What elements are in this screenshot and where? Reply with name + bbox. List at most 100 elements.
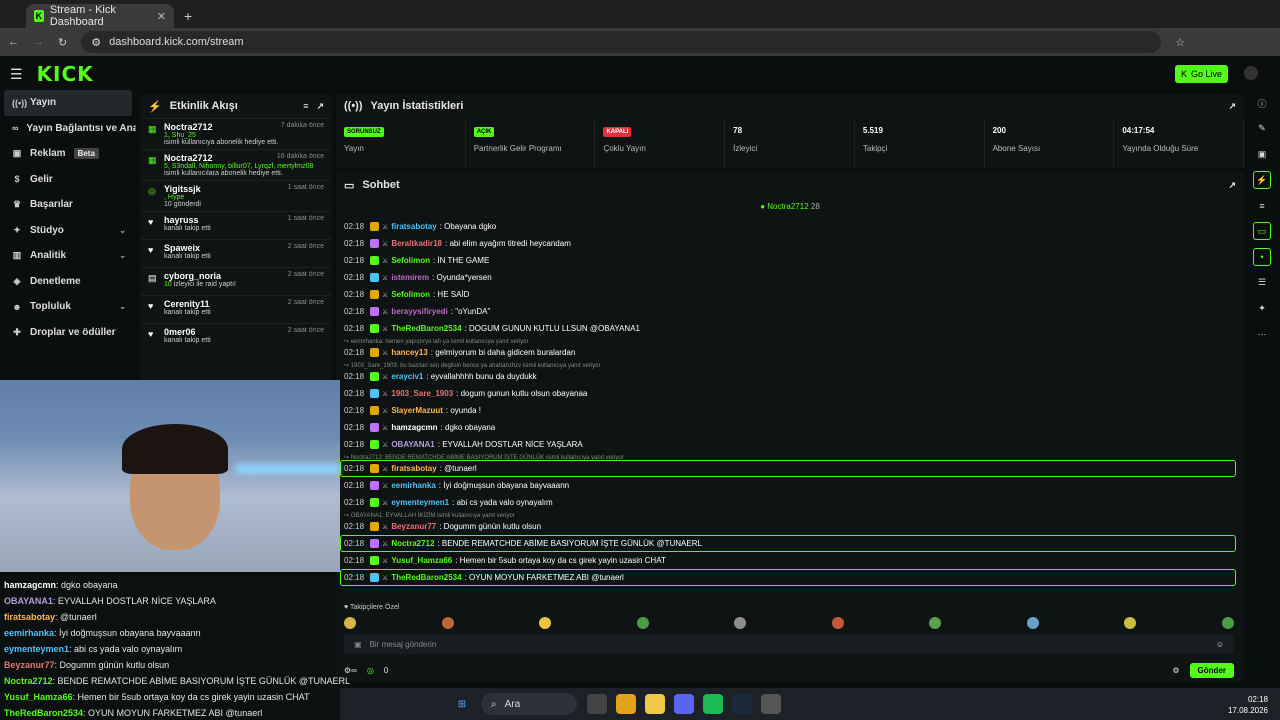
emote-icon[interactable] bbox=[441, 617, 454, 629]
url-field[interactable]: ⚙ dashboard.kick.com/stream bbox=[81, 31, 1162, 53]
chevron-down-icon[interactable]: ⌄ bbox=[119, 251, 126, 260]
avatar[interactable] bbox=[1244, 66, 1258, 80]
emote-icon[interactable] bbox=[831, 617, 844, 629]
message-username[interactable]: OBAYANA1 bbox=[391, 440, 434, 449]
taskbar-search[interactable]: ⌕ Ara bbox=[481, 693, 577, 715]
emote-icon[interactable] bbox=[1221, 617, 1234, 629]
nav-item-2[interactable]: ▣ Reklam Beta bbox=[0, 141, 136, 167]
taskview-icon[interactable] bbox=[587, 694, 607, 714]
popout-icon[interactable]: ↗ bbox=[1228, 180, 1236, 191]
explorer-icon[interactable] bbox=[645, 694, 665, 714]
site-info-icon[interactable]: ⚙ bbox=[91, 36, 101, 49]
message-username[interactable]: firatsabotay bbox=[391, 222, 436, 231]
reload-icon[interactable]: ↻ bbox=[58, 36, 67, 49]
message-username[interactable]: Yusuf_Hamza66 bbox=[391, 556, 452, 565]
stats-toggle-icon[interactable]: • bbox=[1253, 248, 1271, 267]
start-icon[interactable]: ⊞ bbox=[452, 694, 472, 714]
app-icon[interactable] bbox=[761, 694, 781, 714]
browser-tab[interactable]: K Stream - Kick Dashboard ✕ bbox=[26, 4, 174, 28]
nav-item-7[interactable]: ◈ Denetleme bbox=[0, 269, 136, 295]
emote-icon[interactable] bbox=[1026, 617, 1039, 629]
message-username[interactable]: eymenteymen1 bbox=[391, 498, 449, 507]
message-username[interactable]: 1903_Sare_1903 bbox=[391, 389, 453, 398]
chat-message: 02:18 ⚔ Yusuf_Hamza66: Hemen bir 5sub orta… bbox=[344, 556, 666, 565]
close-tab-icon[interactable]: ✕ bbox=[157, 10, 166, 23]
stat-item: 200 Abone Sayısı bbox=[985, 120, 1115, 168]
preview-icon[interactable]: ▣ bbox=[1253, 145, 1271, 163]
wrench-icon[interactable]: ✦ bbox=[1253, 300, 1271, 318]
activity-detail: , Hype 10 gönderdi bbox=[164, 194, 324, 208]
nav-item-1[interactable]: ∞ Yayın Bağlantısı ve Anahtarı bbox=[0, 116, 136, 142]
message-username[interactable]: Sefolimon bbox=[391, 290, 430, 299]
emoji-picker-icon[interactable]: ☺ bbox=[1216, 640, 1224, 649]
share-icon[interactable]: ⋯ bbox=[1253, 325, 1271, 343]
steam-icon[interactable] bbox=[732, 694, 752, 714]
bookmark-star-icon[interactable]: ☆ bbox=[1175, 36, 1185, 49]
gift-icon: ✚ bbox=[13, 326, 21, 337]
popout-icon[interactable]: ↗ bbox=[316, 101, 324, 112]
message-username[interactable]: Beraltkadir18 bbox=[391, 239, 442, 248]
message-text: : eyvallahhhh bunu da duydukk bbox=[426, 372, 537, 381]
forward-icon[interactable]: → bbox=[33, 36, 44, 48]
chat-toggle-icon[interactable]: ▭ bbox=[1253, 222, 1271, 241]
beta-badge: Beta bbox=[73, 148, 99, 160]
chevron-down-icon[interactable]: ⌄ bbox=[119, 302, 126, 311]
go-live-button[interactable]: K Go Live bbox=[1174, 65, 1228, 83]
message-username[interactable]: istemirem bbox=[391, 273, 429, 282]
taskbar-clock[interactable]: 02:18 17.08.2026 bbox=[1228, 694, 1268, 716]
nav-item-3[interactable]: $ Gelir bbox=[0, 167, 136, 193]
emote-icon[interactable] bbox=[734, 617, 747, 629]
overlay-message: eymenteymen1: abi cs yada valo oynayalım bbox=[4, 644, 182, 654]
message-username[interactable]: TheRedBaron2534 bbox=[391, 324, 461, 333]
badge-icon bbox=[370, 222, 380, 231]
emote-icon[interactable] bbox=[929, 617, 942, 629]
chat-message: 02:18 ⚔ Beyzanur77: Dogumm günün kutlu ols… bbox=[344, 522, 541, 531]
chat-tools-icon[interactable]: ⚙∞ bbox=[344, 666, 357, 675]
edit-icon[interactable]: ✎ bbox=[1253, 120, 1271, 138]
message-username[interactable]: berayysifiryedi bbox=[391, 307, 447, 316]
nav-item-6[interactable]: ▥ Analitik ⌄ bbox=[0, 243, 136, 269]
nav-item-0[interactable]: ((•)) Yayın bbox=[4, 90, 132, 116]
chevron-down-icon[interactable]: ⌄ bbox=[119, 226, 126, 235]
nav-item-4[interactable]: ♛ Başarılar bbox=[0, 192, 136, 218]
spotify-icon[interactable] bbox=[703, 694, 723, 714]
discord-icon[interactable] bbox=[674, 694, 694, 714]
popout-icon[interactable]: ↗ bbox=[1228, 101, 1236, 112]
message-username[interactable]: erayciv1 bbox=[391, 372, 423, 381]
kick-logo[interactable]: KICK bbox=[37, 62, 94, 86]
nav-item-5[interactable]: ✦ Stüdyo ⌄ bbox=[0, 218, 136, 244]
queue-icon[interactable]: ☰ bbox=[1253, 274, 1271, 292]
nav-item-9[interactable]: ✚ Droplar ve ödüller bbox=[0, 320, 136, 346]
message-username[interactable]: firatsabotay bbox=[391, 464, 436, 473]
message-username[interactable]: eemirhanka bbox=[391, 481, 435, 490]
message-username[interactable]: hancey13 bbox=[391, 348, 427, 357]
activity-toggle-icon[interactable]: ⚡ bbox=[1253, 171, 1271, 190]
message-username[interactable]: Sefolimon bbox=[391, 256, 430, 265]
message-username[interactable]: hamzagcmn bbox=[391, 423, 437, 432]
chat-message: 02:18 ⚔ Noctra2712: BENDE REMATCHDE ABİME … bbox=[344, 539, 702, 548]
badge-icon bbox=[370, 539, 380, 548]
back-icon[interactable]: ← bbox=[8, 36, 19, 48]
info-icon[interactable]: ⓘ bbox=[1253, 94, 1271, 112]
emote-icon[interactable] bbox=[539, 617, 552, 629]
send-button[interactable]: Gönder bbox=[1189, 662, 1234, 678]
message-username[interactable]: TheRedBaron2534 bbox=[391, 573, 461, 582]
filter-icon[interactable]: ≡ bbox=[303, 101, 308, 111]
emote-icon[interactable] bbox=[344, 617, 356, 629]
message-username[interactable]: SlayerMazuut bbox=[391, 406, 443, 415]
message-username[interactable]: Noctra2712 bbox=[391, 539, 434, 548]
chat-input[interactable]: ▣ Bir mesaj gönderin ☺ bbox=[344, 634, 1234, 654]
emote-icon[interactable] bbox=[636, 617, 649, 629]
overlay-username: OBAYANA1 bbox=[4, 596, 53, 606]
activity-detail: 5, S3ndall, Nihonny, billur07, Lyrqzf, m… bbox=[164, 163, 324, 177]
chat-settings-icon[interactable]: ⚙ bbox=[1172, 666, 1179, 675]
list-icon[interactable]: ≡ bbox=[1253, 197, 1271, 215]
raid-icon: ▤ bbox=[148, 273, 157, 283]
nav-item-8[interactable]: ☻ Topluluk ⌄ bbox=[0, 294, 136, 320]
new-tab-icon[interactable]: + bbox=[184, 8, 192, 24]
message-username[interactable]: Beyzanur77 bbox=[391, 522, 436, 531]
menu-icon[interactable]: ☰ bbox=[10, 66, 23, 83]
emote-icon[interactable] bbox=[1124, 617, 1137, 629]
chrome-icon[interactable] bbox=[616, 694, 636, 714]
badge-icon bbox=[370, 239, 380, 248]
